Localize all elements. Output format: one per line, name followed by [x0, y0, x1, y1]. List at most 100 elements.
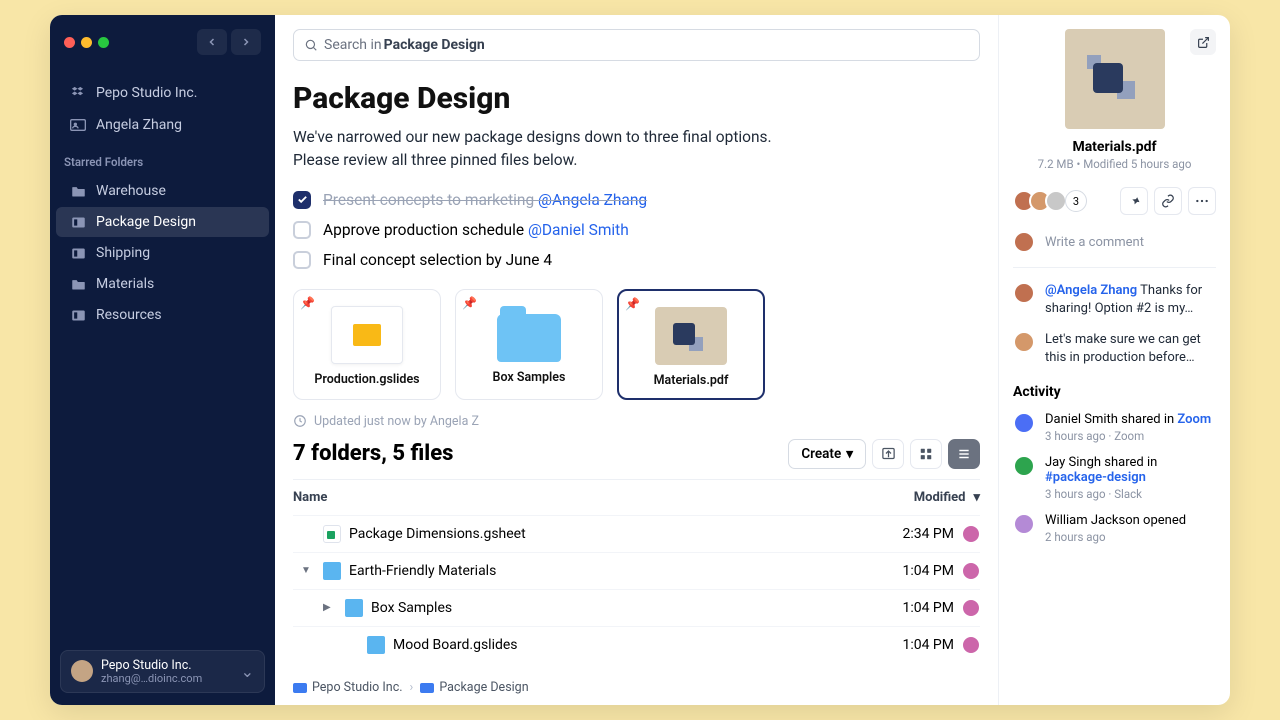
nav-forward-button[interactable]: [231, 29, 261, 55]
activity-item[interactable]: Jay Singh shared in #package-design3 hou…: [1013, 443, 1216, 501]
avatar: [1013, 455, 1035, 477]
disclose-icon[interactable]: ▼: [301, 565, 315, 576]
account-name: Pepo Studio Inc.: [101, 658, 202, 673]
crumb-current[interactable]: Package Design: [420, 680, 528, 695]
mention[interactable]: @Angela Zhang: [538, 191, 647, 209]
folder-icon: [70, 276, 86, 292]
dropbox-icon: [70, 85, 86, 101]
search-prefix: Search in: [324, 37, 382, 53]
activity-item[interactable]: Daniel Smith shared in Zoom3 hours ago ·…: [1013, 400, 1216, 443]
card-label: Box Samples: [462, 370, 596, 385]
card-label: Materials.pdf: [625, 373, 757, 388]
col-name[interactable]: Name: [293, 490, 327, 505]
gsheet-icon: [323, 525, 341, 543]
sidebar-item-materials[interactable]: Materials: [56, 269, 269, 299]
table-row[interactable]: Package Dimensions.gsheet2:34 PM: [293, 515, 980, 552]
comment-text: @Angela Zhang Thanks for sharing! Option…: [1045, 282, 1216, 317]
activity-link[interactable]: Zoom: [1177, 412, 1211, 427]
create-button[interactable]: Create▾: [788, 439, 866, 469]
window-min-icon[interactable]: [81, 37, 92, 48]
preview-pane: Materials.pdf 7.2 MB • Modified 5 hours …: [998, 15, 1230, 705]
sidebar: Pepo Studio Inc. Angela Zhang Starred Fo…: [50, 15, 275, 705]
preview-thumbnail: [1065, 29, 1165, 129]
chevron-updown-icon: ⌄: [241, 662, 254, 681]
activity-link[interactable]: #package-design: [1045, 470, 1146, 485]
activity-text: William Jackson opened: [1045, 513, 1186, 528]
avatar: [1045, 190, 1067, 212]
board-icon: [70, 214, 86, 230]
crumb-root[interactable]: Pepo Studio Inc.: [293, 680, 403, 695]
nav-back-button[interactable]: [197, 29, 227, 55]
mention[interactable]: @Daniel Smith: [528, 221, 629, 239]
row-name: Mood Board.gslides: [393, 637, 518, 653]
search-input[interactable]: Search in Package Design: [293, 29, 980, 61]
more-button[interactable]: [1188, 187, 1216, 215]
thumbnail: [331, 306, 403, 364]
avatar: [962, 525, 980, 543]
search-icon: [304, 38, 318, 52]
row-modified: 1:04 PM: [902, 637, 954, 653]
export-button[interactable]: [872, 439, 904, 469]
board-icon: [70, 307, 86, 323]
window-max-icon[interactable]: [98, 37, 109, 48]
open-external-button[interactable]: [1190, 29, 1216, 55]
comment-text: Let's make sure we can get this in produ…: [1045, 331, 1216, 366]
avatar: [962, 562, 980, 580]
folder-icon: [323, 562, 341, 580]
activity-header: Activity: [1013, 384, 1216, 400]
page-title: Package Design: [293, 81, 980, 116]
col-modified[interactable]: Modified ▾: [914, 490, 980, 505]
checkbox[interactable]: [293, 221, 311, 239]
chevron-down-icon: ▾: [846, 446, 853, 462]
folder-icon: [345, 599, 363, 617]
preview-meta: 7.2 MB • Modified 5 hours ago: [1013, 157, 1216, 171]
main-pane: Search in Package Design Package Design …: [275, 15, 998, 705]
folder-icon: [70, 183, 86, 199]
grid-view-button[interactable]: [910, 439, 942, 469]
window-close-icon[interactable]: [64, 37, 75, 48]
comment-input[interactable]: Write a comment: [1013, 225, 1216, 268]
sidebar-item-resources[interactable]: Resources: [56, 300, 269, 330]
mention[interactable]: @Angela Zhang: [1045, 283, 1137, 298]
pin-icon: 📌: [625, 297, 640, 311]
disclose-icon[interactable]: ▶: [323, 602, 337, 613]
link-button[interactable]: [1154, 187, 1182, 215]
sidebar-item-label: Package Design: [96, 214, 196, 230]
listing-count: 7 folders, 5 files: [293, 441, 453, 466]
updated-meta: Updated just now by Angela Z: [293, 414, 980, 429]
task-item: Approve production schedule @Daniel Smit…: [293, 221, 980, 239]
avatar: [1013, 231, 1035, 253]
account-switcher[interactable]: Pepo Studio Inc. zhang@…dioinc.com ⌄: [60, 650, 265, 693]
table-row[interactable]: ▶Box Samples1:04 PM: [293, 589, 980, 626]
activity-item[interactable]: William Jackson opened2 hours ago: [1013, 501, 1216, 544]
pin-button[interactable]: [1120, 187, 1148, 215]
table-row[interactable]: Mood Board.gslides 1:04 PM: [293, 626, 980, 663]
thumbnail: [655, 307, 727, 365]
avatar: [1013, 412, 1035, 434]
pinned-card[interactable]: 📌Production.gslides: [293, 289, 441, 400]
workspace-link[interactable]: Pepo Studio Inc.: [56, 78, 269, 108]
comment-placeholder: Write a comment: [1045, 235, 1144, 250]
sidebar-item-label: Materials: [96, 276, 154, 292]
avatar-stack[interactable]: 3: [1013, 190, 1087, 212]
list-view-button[interactable]: [948, 439, 980, 469]
checkbox[interactable]: [293, 251, 311, 269]
comment[interactable]: @Angela Zhang Thanks for sharing! Option…: [1013, 268, 1216, 317]
activity-sub: 3 hours ago · Slack: [1045, 487, 1216, 501]
checkbox[interactable]: [293, 191, 311, 209]
user-link[interactable]: Angela Zhang: [56, 110, 269, 140]
row-name: Package Dimensions.gsheet: [349, 526, 526, 542]
page-description: We've narrowed our new package designs d…: [293, 126, 813, 173]
task-list: Present concepts to marketing @Angela Zh…: [293, 191, 980, 269]
pinned-card[interactable]: 📌 Materials.pdf: [617, 289, 765, 400]
avatar: [1013, 282, 1035, 304]
comment[interactable]: Let's make sure we can get this in produ…: [1013, 317, 1216, 366]
table-row[interactable]: ▼Earth-Friendly Materials1:04 PM: [293, 552, 980, 589]
pinned-row: 📌Production.gslides📌Box Samples 📌 Material…: [293, 289, 980, 400]
sidebar-item-package-design[interactable]: Package Design: [56, 207, 269, 237]
sidebar-item-warehouse[interactable]: Warehouse: [56, 176, 269, 206]
user-name: Angela Zhang: [96, 117, 182, 133]
pinned-card[interactable]: 📌Box Samples: [455, 289, 603, 400]
account-email: zhang@…dioinc.com: [101, 673, 202, 685]
sidebar-item-shipping[interactable]: Shipping: [56, 238, 269, 268]
